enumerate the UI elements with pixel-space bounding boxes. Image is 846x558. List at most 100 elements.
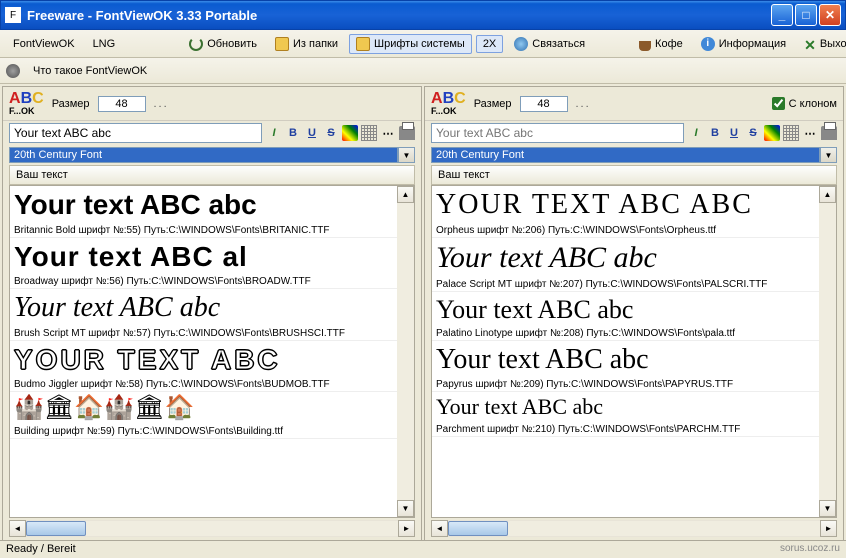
horizontal-scrollbar[interactable]: ◄ ► <box>431 520 837 537</box>
scroll-track[interactable] <box>26 520 398 537</box>
info-button[interactable]: iИнформация <box>694 34 793 54</box>
italic-button[interactable]: I <box>266 125 282 141</box>
abc-logo: ABC F...OK <box>431 91 466 116</box>
clone-label: С клоном <box>789 98 837 110</box>
info-icon: i <box>701 37 715 51</box>
exit-button[interactable]: ✕Выход <box>797 34 846 54</box>
column-header[interactable]: Ваш текст <box>9 165 415 185</box>
pane-header: ABC F...OK Размер ... С клоном <box>425 87 843 121</box>
clone-checkbox-input[interactable] <box>772 97 785 110</box>
font-combo[interactable]: 20th Century Font ▼ <box>9 147 415 163</box>
grid-button[interactable] <box>361 125 377 141</box>
vertical-scrollbar[interactable]: ▲ ▼ <box>397 186 414 517</box>
font-item[interactable]: Your text ABC abcBritannic Bold шрифт №:… <box>10 186 414 238</box>
scroll-up-button[interactable]: ▲ <box>819 186 836 203</box>
font-sample: Your text ABC abc <box>10 289 414 327</box>
content-area: ABC F...OK Размер ... I B U S ⋯ 20th Cen… <box>0 84 846 544</box>
sample-text-input[interactable] <box>9 123 262 143</box>
strike-button[interactable]: S <box>323 125 339 141</box>
coffee-button[interactable]: Кофе <box>632 34 690 54</box>
underline-button[interactable]: U <box>726 125 742 141</box>
menu-lng[interactable]: LNG <box>86 35 123 53</box>
from-folder-button[interactable]: Из папки <box>268 34 345 54</box>
pane-header: ABC F...OK Размер ... <box>3 87 421 121</box>
scroll-track[interactable] <box>397 203 414 500</box>
font-item[interactable]: Your text ABC abcPalatino Linotype шрифт… <box>432 292 836 341</box>
menu-app[interactable]: FontViewOK <box>6 35 82 53</box>
color-button[interactable] <box>342 125 358 141</box>
more-button[interactable]: ⋯ <box>802 125 818 141</box>
print-icon[interactable] <box>399 126 415 140</box>
scroll-thumb[interactable] <box>448 521 508 536</box>
size-label: Размер <box>474 98 512 110</box>
font-item[interactable]: Your text ABC abcPapyrus шрифт №:209) Пу… <box>432 341 836 393</box>
font-item[interactable]: Your text ABC alBroadway шрифт №:56) Пут… <box>10 238 414 290</box>
font-item[interactable]: YOUR TEXT ABCBudmo Jiggler шрифт №:58) П… <box>10 341 414 393</box>
font-sample: 🏰🏛🏠🏰🏛🏠 <box>10 392 414 425</box>
dots: ... <box>576 98 591 110</box>
left-pane: ABC F...OK Размер ... I B U S ⋯ 20th Cen… <box>2 86 422 542</box>
more-button[interactable]: ⋯ <box>380 125 396 141</box>
font-item[interactable]: Your text ABC abcParchment шрифт №:210) … <box>432 392 836 436</box>
font-info: Orpheus шрифт №:206) Путь:C:\WINDOWS\Fon… <box>432 224 836 237</box>
font-sample: Your text ABC al <box>10 238 414 276</box>
scroll-right-button[interactable]: ► <box>398 520 415 537</box>
size-input[interactable] <box>520 96 568 112</box>
strike-button[interactable]: S <box>745 125 761 141</box>
underline-button[interactable]: U <box>304 125 320 141</box>
font-sample: Your text ABC abc <box>432 341 836 379</box>
globe-icon <box>514 37 528 51</box>
zoom-button[interactable]: 2X <box>476 35 503 53</box>
statusbar: Ready / Bereit <box>0 540 846 558</box>
font-combo[interactable]: 20th Century Font ▼ <box>431 147 837 163</box>
watermark: sorus.ucoz.ru <box>780 543 840 554</box>
font-item[interactable]: 🏰🏛🏠🏰🏛🏠Building шрифт №:59) Путь:C:\WINDO… <box>10 392 414 439</box>
scroll-track[interactable] <box>819 203 836 500</box>
globe-icon <box>6 64 20 78</box>
vertical-scrollbar[interactable]: ▲ ▼ <box>819 186 836 517</box>
maximize-button[interactable]: □ <box>795 4 817 26</box>
what-is-link[interactable]: Что такое FontViewOK <box>26 62 154 80</box>
font-item[interactable]: Your text ABC abcBrush Script MT шрифт №… <box>10 289 414 341</box>
font-combo-selected: 20th Century Font <box>9 147 398 163</box>
close-button[interactable]: ✕ <box>819 4 841 26</box>
scroll-down-button[interactable]: ▼ <box>819 500 836 517</box>
sample-text-input[interactable] <box>431 123 684 143</box>
column-header[interactable]: Ваш текст <box>431 165 837 185</box>
contact-button[interactable]: Связаться <box>507 34 592 54</box>
window-title: Freeware - FontViewOK 3.33 Portable <box>27 8 771 23</box>
scroll-left-button[interactable]: ◄ <box>431 520 448 537</box>
clone-checkbox[interactable]: С клоном <box>772 97 837 110</box>
scroll-thumb[interactable] <box>26 521 86 536</box>
bold-button[interactable]: B <box>285 125 301 141</box>
italic-button[interactable]: I <box>688 125 704 141</box>
horizontal-scrollbar[interactable]: ◄ ► <box>9 520 415 537</box>
scroll-right-button[interactable]: ► <box>820 520 837 537</box>
scroll-down-button[interactable]: ▼ <box>397 500 414 517</box>
minimize-button[interactable]: _ <box>771 4 793 26</box>
right-pane: ABC F...OK Размер ... С клоном I B U S ⋯ <box>424 86 844 542</box>
scroll-left-button[interactable]: ◄ <box>9 520 26 537</box>
chevron-down-icon[interactable]: ▼ <box>398 147 415 163</box>
font-item[interactable]: YOUR TEXT ABC ABCOrpheus шрифт №:206) Пу… <box>432 186 836 238</box>
chevron-down-icon[interactable]: ▼ <box>820 147 837 163</box>
folder-icon <box>356 37 370 51</box>
font-info: Broadway шрифт №:56) Путь:C:\WINDOWS\Fon… <box>10 275 414 288</box>
scroll-up-button[interactable]: ▲ <box>397 186 414 203</box>
font-sample: Your text ABC abc <box>432 238 836 278</box>
system-fonts-button[interactable]: Шрифты системы <box>349 34 472 54</box>
print-icon[interactable] <box>821 126 837 140</box>
font-list-right: YOUR TEXT ABC ABCOrpheus шрифт №:206) Пу… <box>431 185 837 518</box>
refresh-button[interactable]: Обновить <box>182 34 264 54</box>
coffee-icon <box>639 41 651 51</box>
bold-button[interactable]: B <box>707 125 723 141</box>
color-button[interactable] <box>764 125 780 141</box>
size-input[interactable] <box>98 96 146 112</box>
font-item[interactable]: Your text ABC abcPalace Script MT шрифт … <box>432 238 836 292</box>
font-combo-selected: 20th Century Font <box>431 147 820 163</box>
grid-button[interactable] <box>783 125 799 141</box>
format-row: I B U S ⋯ <box>688 125 837 141</box>
secondary-toolbar: Что такое FontViewOK <box>0 58 846 84</box>
main-toolbar: FontViewOK LNG Обновить Из папки Шрифты … <box>0 30 846 58</box>
scroll-track[interactable] <box>448 520 820 537</box>
